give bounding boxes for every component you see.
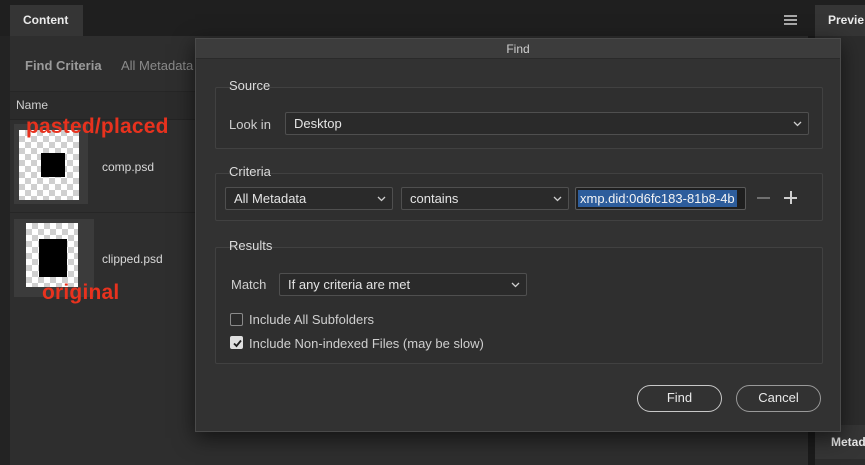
source-group-label: Source <box>229 78 271 93</box>
checkmark-icon <box>233 339 242 348</box>
file-name[interactable]: clipped.psd <box>102 252 163 266</box>
criteria-operator-value: contains <box>410 191 459 206</box>
look-in-select[interactable]: Desktop <box>285 112 809 135</box>
bridge-window: Content Previe Metad Find Criteria All M… <box>0 0 865 465</box>
panel-tab-bar <box>0 0 865 36</box>
filter-all-metadata[interactable]: All Metadata <box>121 58 193 73</box>
chevron-down-icon <box>511 282 520 288</box>
chevron-down-icon <box>793 121 802 127</box>
annotation-label: original <box>42 281 120 304</box>
chevron-down-icon <box>553 196 562 202</box>
find-button[interactable]: Find <box>637 385 722 412</box>
plus-icon <box>790 191 792 204</box>
minus-icon <box>757 197 770 199</box>
cancel-button[interactable]: Cancel <box>736 385 821 412</box>
results-group-label: Results <box>229 238 273 253</box>
image-content <box>39 239 67 277</box>
tab-preview[interactable]: Previe <box>815 5 865 36</box>
include-nonindexed-checkbox[interactable] <box>230 336 243 349</box>
panel-menu-icon[interactable] <box>784 15 797 25</box>
column-header-name[interactable]: Name <box>16 98 48 112</box>
chevron-down-icon <box>377 196 386 202</box>
include-subfolders-checkbox[interactable] <box>230 313 243 326</box>
find-criteria-label: Find Criteria <box>25 58 102 73</box>
match-value: If any criteria are met <box>288 277 411 292</box>
match-label: Match <box>231 277 267 292</box>
look-in-value: Desktop <box>294 116 342 131</box>
criteria-field-select[interactable]: All Metadata <box>225 187 393 210</box>
include-subfolders-label[interactable]: Include All Subfolders <box>249 312 374 327</box>
match-select[interactable]: If any criteria are met <box>279 273 527 296</box>
left-panel-edge <box>0 36 10 465</box>
file-name[interactable]: comp.psd <box>102 160 154 174</box>
include-nonindexed-label[interactable]: Include Non-indexed Files (may be slow) <box>249 336 484 351</box>
criteria-group-label: Criteria <box>229 164 271 179</box>
tab-content[interactable]: Content <box>10 5 83 36</box>
image-content <box>41 153 65 177</box>
criteria-value-input[interactable]: xmp.did:0d6fc183-81b8-4b <box>575 187 746 210</box>
criteria-operator-select[interactable]: contains <box>401 187 569 210</box>
criteria-field-value: All Metadata <box>234 191 307 206</box>
look-in-label: Look in <box>229 117 271 132</box>
annotation-label: pasted/placed <box>26 115 169 138</box>
criteria-value-text: xmp.did:0d6fc183-81b8-4b <box>578 190 737 207</box>
dialog-title[interactable]: Find <box>196 39 840 59</box>
